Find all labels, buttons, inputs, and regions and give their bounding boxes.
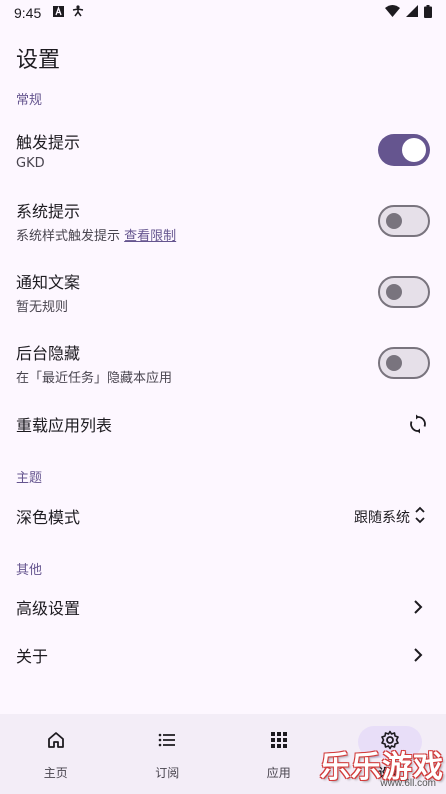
nav-label: 主页 <box>43 766 68 780</box>
status-bar: 9:45 <box>0 0 446 26</box>
section-header-general: 常规 <box>16 93 43 108</box>
watermark-url: www.6ll.com <box>380 778 436 789</box>
system-tip-switch[interactable] <box>378 205 430 237</box>
setting-subtitle: 在「最近任务」隐藏本应用 <box>16 371 173 386</box>
setting-dark-mode[interactable]: 深色模式 跟随系统 <box>0 496 446 536</box>
nav-item-subscriptions[interactable]: 订阅 <box>112 714 224 794</box>
home-icon <box>46 730 66 754</box>
background-hide-switch[interactable] <box>378 347 430 379</box>
chevron-right-icon <box>406 595 430 619</box>
notification-text-switch[interactable] <box>378 276 430 308</box>
refresh-icon[interactable] <box>406 412 430 436</box>
font-a-icon <box>53 5 65 21</box>
nav-label: 订阅 <box>155 766 180 780</box>
setting-title: 关于 <box>16 647 49 666</box>
setting-system-tip[interactable]: 系统提示 系统样式触发提示 查看限制 <box>0 193 446 249</box>
setting-advanced[interactable]: 高级设置 <box>0 587 446 627</box>
setting-notification-text[interactable]: 通知文案 暂无规则 <box>0 264 446 320</box>
setting-trigger-tip[interactable]: 触发提示 GKD <box>0 122 446 178</box>
view-limits-link[interactable]: 查看限制 <box>124 229 176 244</box>
setting-title: 后台隐藏 <box>16 344 81 363</box>
section-header-other: 其他 <box>16 563 43 578</box>
page-title: 设置 <box>16 48 61 73</box>
section-header-theme: 主题 <box>16 471 43 486</box>
battery-icon <box>424 4 432 22</box>
setting-title: 通知文案 <box>16 273 81 292</box>
setting-title: 深色模式 <box>16 508 81 527</box>
dark-mode-select[interactable]: 跟随系统 <box>354 506 426 528</box>
dark-mode-value: 跟随系统 <box>354 510 410 526</box>
status-time: 9:45 <box>14 5 42 21</box>
setting-title: 重载应用列表 <box>16 416 113 435</box>
nav-label: 应用 <box>266 766 291 780</box>
unfold-icon <box>414 506 426 528</box>
setting-subtitle: 系统样式触发提示 查看限制 <box>16 225 176 244</box>
cellular-icon <box>406 5 418 21</box>
setting-subtitle: GKD <box>16 156 45 171</box>
nav-item-home[interactable]: 主页 <box>0 714 112 794</box>
wifi-icon <box>385 5 400 21</box>
setting-title: 触发提示 <box>16 133 81 152</box>
setting-title: 高级设置 <box>16 599 81 618</box>
chevron-right-icon <box>406 643 430 667</box>
setting-about[interactable]: 关于 <box>0 635 446 675</box>
setting-background-hide[interactable]: 后台隐藏 在「最近任务」隐藏本应用 <box>0 335 446 391</box>
setting-title: 系统提示 <box>16 202 81 221</box>
setting-subtitle: 暂无规则 <box>16 300 69 315</box>
trigger-tip-switch[interactable] <box>378 134 430 166</box>
setting-reload-apps[interactable]: 重载应用列表 <box>0 404 446 444</box>
accessibility-icon <box>72 5 84 21</box>
apps-grid-icon <box>270 731 288 753</box>
setting-subtitle-text: 系统样式触发提示 <box>16 229 121 244</box>
list-icon <box>157 730 177 754</box>
nav-item-apps[interactable]: 应用 <box>223 714 335 794</box>
